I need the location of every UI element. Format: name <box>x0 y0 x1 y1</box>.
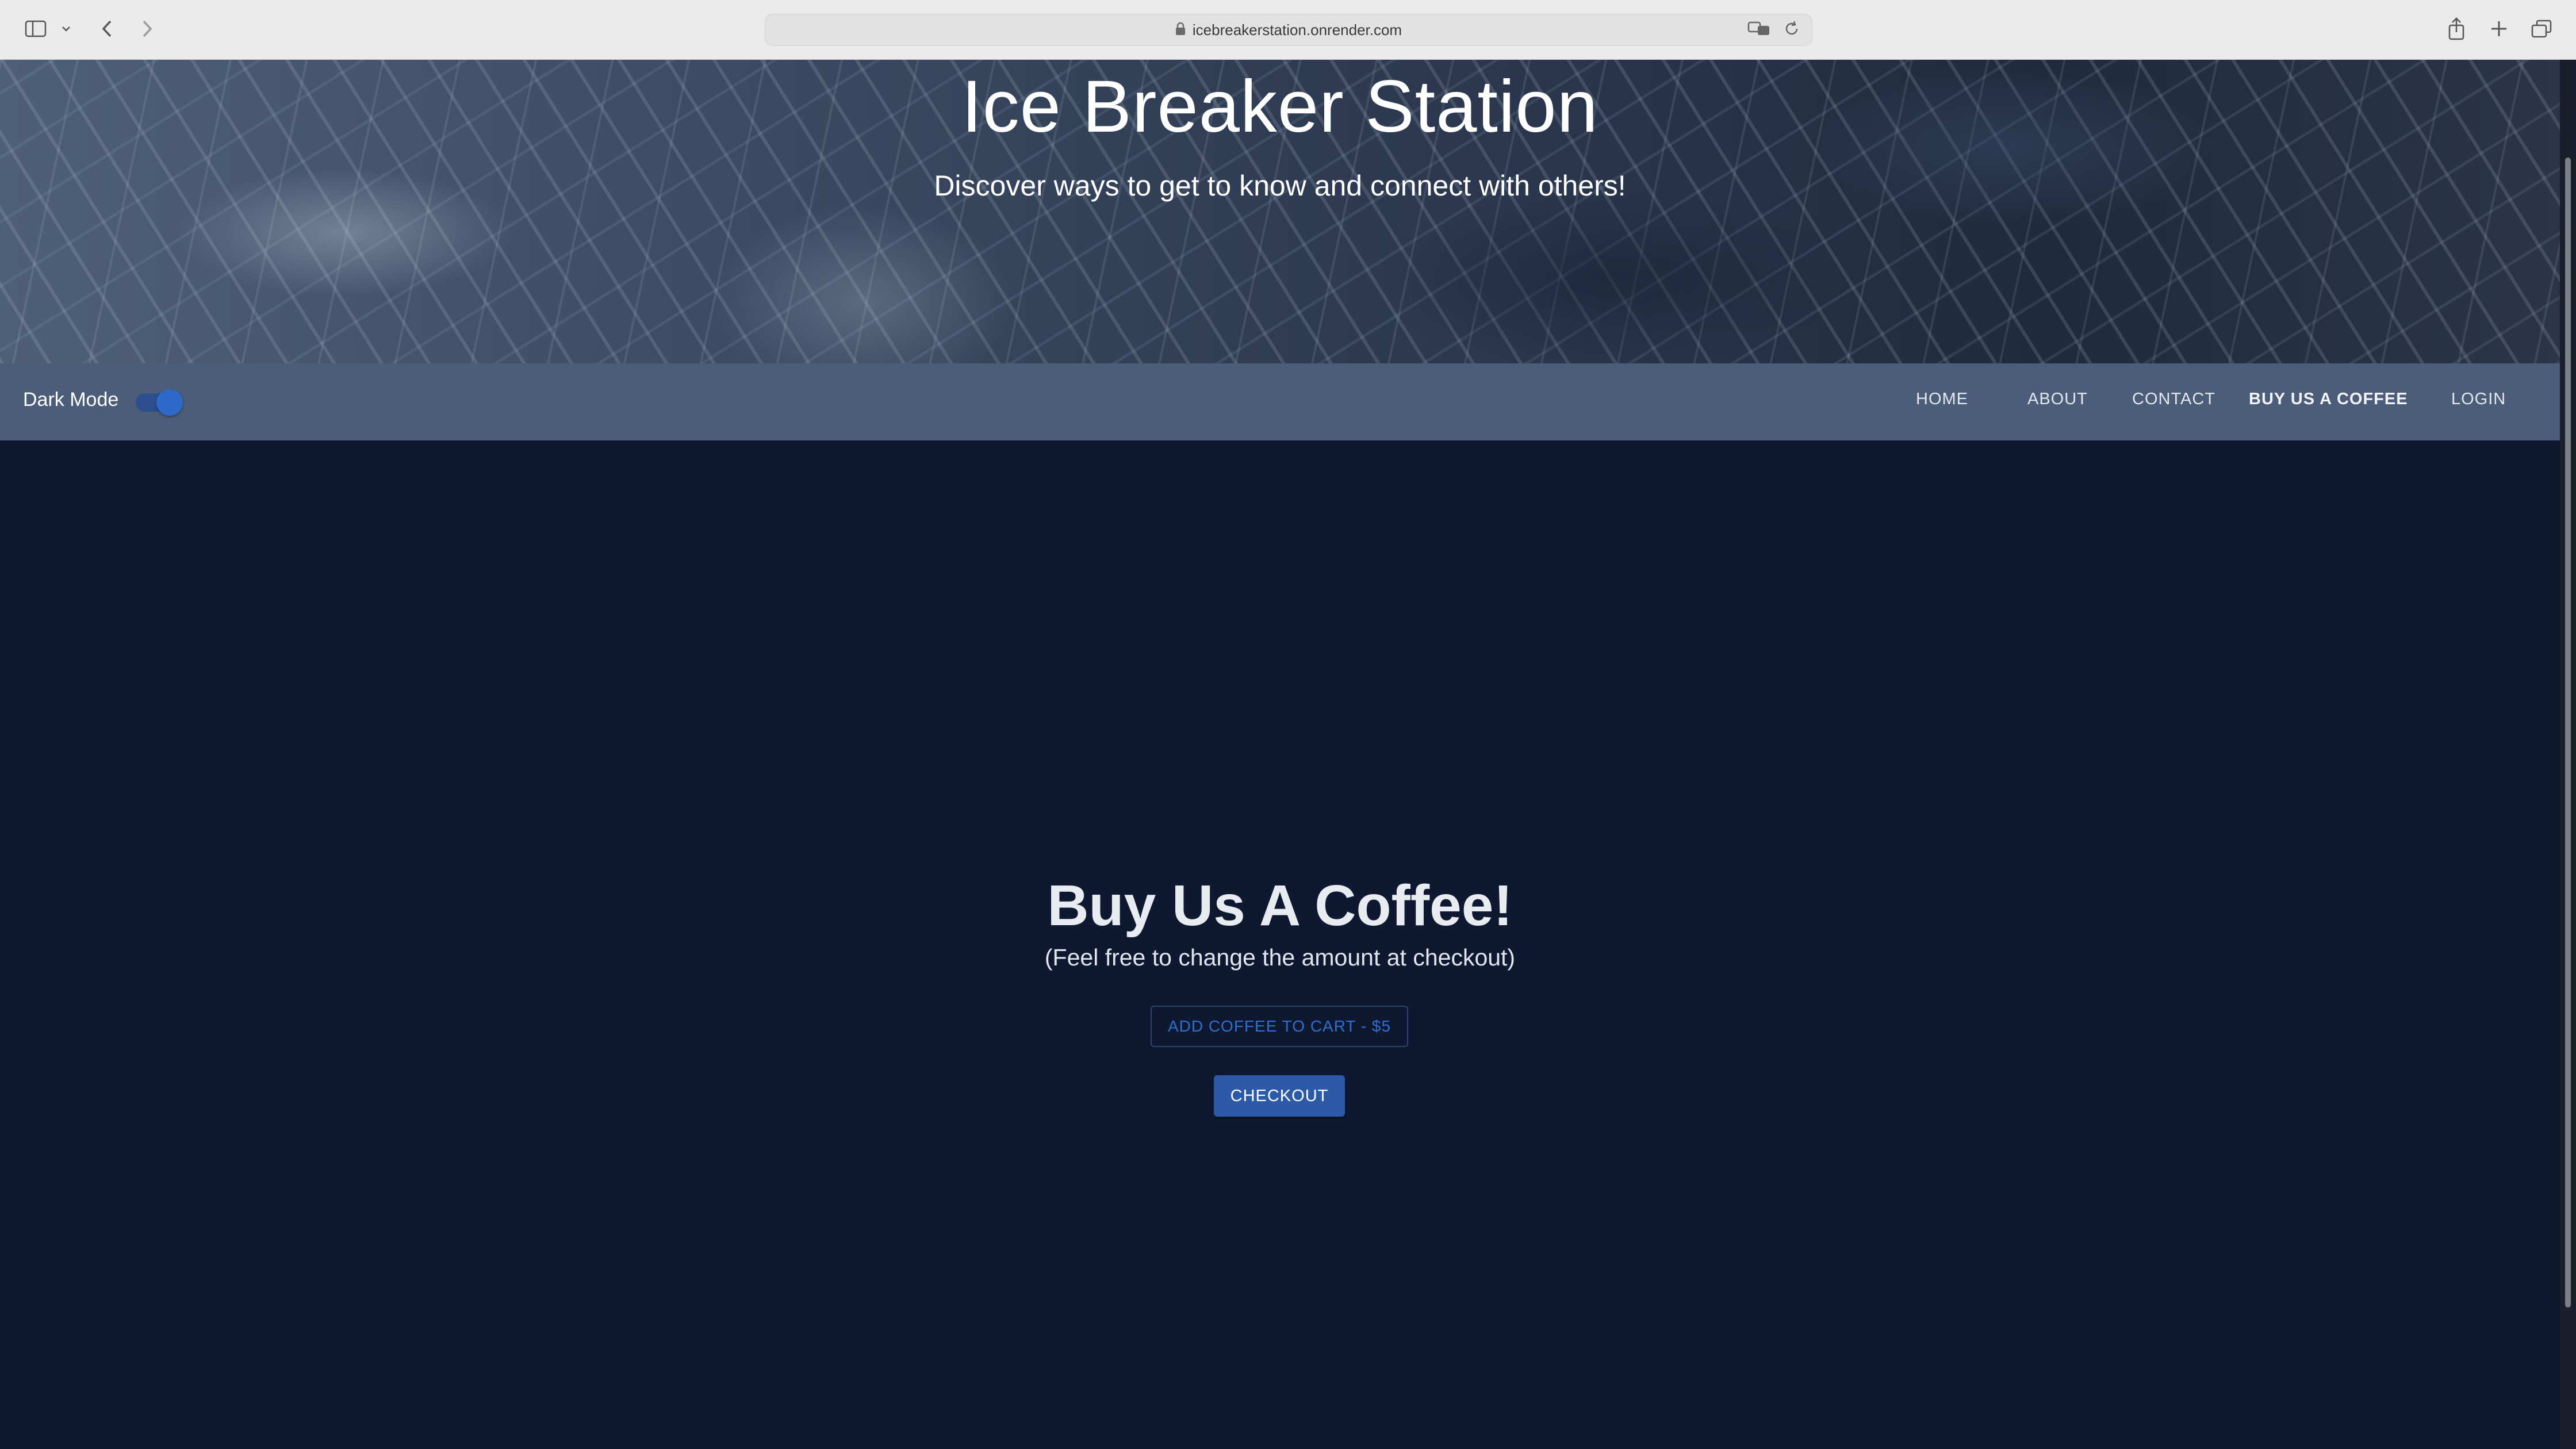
nav-buy-us-a-coffee[interactable]: BUY US A COFFEE <box>2249 390 2408 409</box>
dark-mode-toggle[interactable] <box>136 389 183 416</box>
hero-banner: Ice Breaker Station Discover ways to get… <box>0 60 2560 363</box>
nav-login[interactable]: LOGIN <box>2451 390 2506 409</box>
site-title: Ice Breaker Station <box>961 66 1598 148</box>
lock-icon <box>1175 22 1186 39</box>
scrollbar-thumb[interactable] <box>2565 158 2571 1308</box>
forward-icon[interactable] <box>136 14 159 44</box>
dark-mode-label: Dark Mode <box>23 389 119 411</box>
browser-toolbar: icebreakerstation.onrender.com <box>0 0 2576 60</box>
checkout-button[interactable]: CHECKOUT <box>1214 1075 1345 1117</box>
site-subtitle: Discover ways to get to know and connect… <box>934 170 1626 202</box>
address-bar[interactable]: icebreakerstation.onrender.com <box>765 14 1812 46</box>
nav-contact[interactable]: CONTACT <box>2132 390 2215 409</box>
back-icon[interactable] <box>95 14 118 44</box>
toggle-knob <box>156 389 183 416</box>
translate-icon[interactable] <box>1747 20 1770 40</box>
url-text: icebreakerstation.onrender.com <box>1192 21 1402 39</box>
main-content: Buy Us A Coffee! (Feel free to change th… <box>0 440 2560 1449</box>
sidebar-icon[interactable] <box>23 14 48 44</box>
page-subtitle: (Feel free to change the amount at check… <box>1044 944 1516 971</box>
nav-about[interactable]: ABOUT <box>2027 390 2088 409</box>
nav-home[interactable]: HOME <box>1916 390 1968 409</box>
scrollbar[interactable] <box>2560 60 2576 1449</box>
add-coffee-to-cart-button[interactable]: ADD COFFEE TO CART - $5 <box>1151 1006 1408 1047</box>
navbar: Dark Mode HOME ABOUT CONTACT BUY US A CO… <box>0 363 2560 440</box>
reload-icon[interactable] <box>1783 20 1800 40</box>
share-icon[interactable] <box>2445 14 2468 44</box>
chevron-down-icon[interactable] <box>57 14 75 44</box>
new-tab-icon[interactable] <box>2487 14 2510 44</box>
page-title: Buy Us A Coffee! <box>1047 873 1513 938</box>
tabs-overview-icon[interactable] <box>2530 14 2553 44</box>
